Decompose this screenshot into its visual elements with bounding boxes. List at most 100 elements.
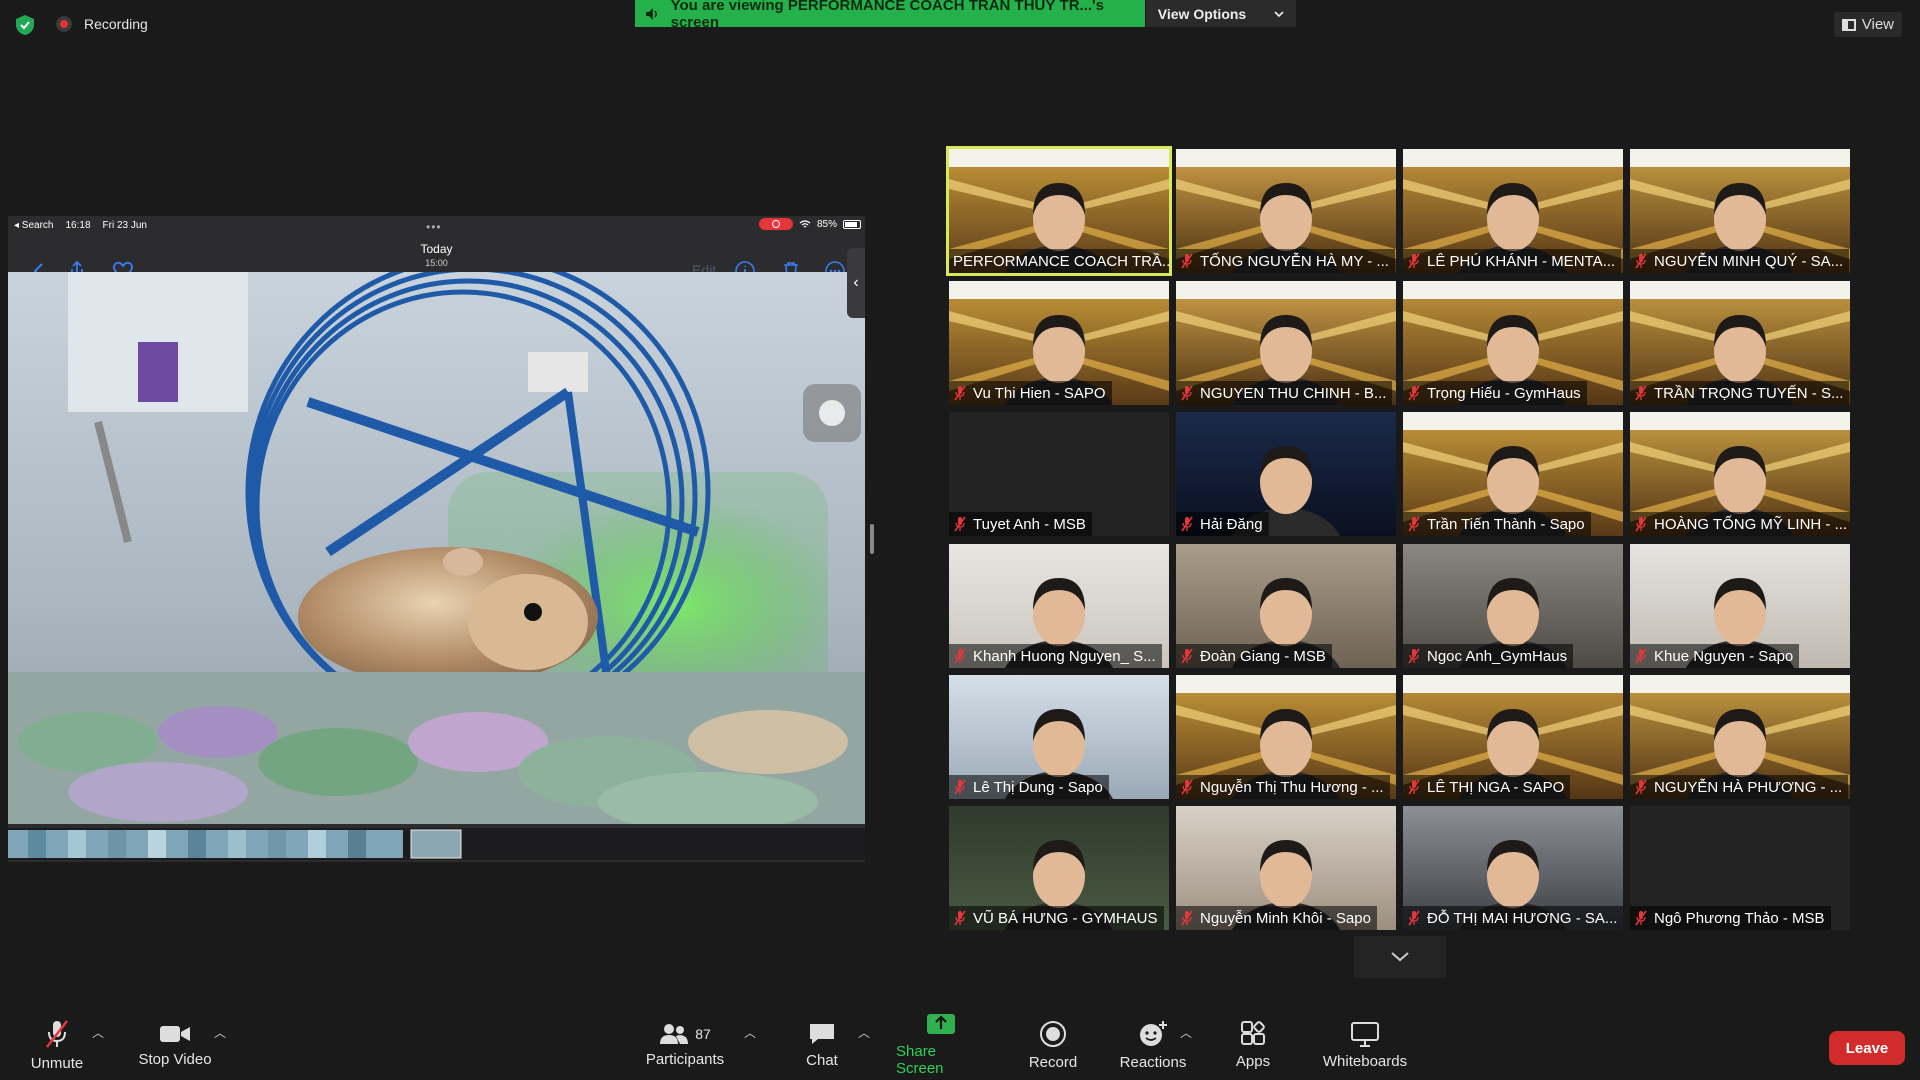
participant-name-label: Nguyễn Minh Khôi - Sapo <box>1176 906 1377 930</box>
apps-button[interactable]: Apps <box>1230 1010 1276 1080</box>
chevron-down-icon <box>1391 952 1409 962</box>
participants-button[interactable]: 87 Participants <box>640 1010 730 1080</box>
battery-icon <box>843 219 861 229</box>
participant-name: NGUYỄN MINH QUÝ - SA... <box>1654 252 1844 270</box>
participant-name: ĐỖ THỊ MAI HƯƠNG - SA... <box>1427 909 1618 927</box>
participant-tile[interactable]: Khanh Huong Nguyen_ S... <box>949 544 1169 668</box>
whiteboards-button[interactable]: Whiteboards <box>1316 1010 1414 1080</box>
speaker-icon <box>645 7 657 20</box>
assistive-touch-button[interactable] <box>803 384 861 442</box>
split-view-divider[interactable] <box>870 524 874 554</box>
participant-name-label: Trọng Hiếu - GymHaus <box>1403 381 1587 405</box>
status-back-search: ◂ Search <box>14 219 54 231</box>
meeting-controls: Unmute ︿ Stop Video ︿ 87 Participants ︿ … <box>0 1010 1920 1080</box>
participant-tile[interactable]: LÊ THỊ NGA - SAPO <box>1403 675 1623 799</box>
microphone-muted-icon <box>1181 648 1193 664</box>
participant-name-label: Ngô Phương Thảo - MSB <box>1630 906 1831 930</box>
reactions-button[interactable]: Reactions <box>1118 1010 1188 1080</box>
leave-button[interactable]: Leave <box>1829 1031 1905 1065</box>
view-options-button[interactable]: View Options <box>1146 0 1296 27</box>
participant-tile[interactable]: Đoàn Giang - MSB <box>1176 544 1396 668</box>
participant-tile[interactable]: Lê Thị Dung - Sapo <box>949 675 1169 799</box>
view-layout-icon <box>1841 18 1856 31</box>
participant-tile[interactable]: VŨ BÁ HƯNG - GYMHAUS <box>949 806 1169 930</box>
participant-name: LÊ THỊ NGA - SAPO <box>1427 778 1565 796</box>
participant-tile[interactable]: NGUYEN THU CHINH - B... <box>1176 281 1396 405</box>
unmute-label: Unmute <box>30 1054 84 1072</box>
participant-tile[interactable]: PERFORMANCE COACH TRẦ... <box>946 146 1172 276</box>
participant-tile[interactable]: Nguyễn Minh Khôi - Sapo <box>1176 806 1396 930</box>
participant-tile[interactable]: Hải Đăng <box>1176 412 1396 536</box>
participant-name: Hải Đăng <box>1200 515 1263 533</box>
participant-name: Tuyet Anh - MSB <box>973 515 1086 533</box>
participant-tile[interactable]: TRẦN TRỌNG TUYẾN - S... <box>1630 281 1850 405</box>
participant-tile[interactable]: Ngoc Anh_GymHaus <box>1403 544 1623 668</box>
microphone-muted-icon <box>1635 385 1647 401</box>
participant-name-label: NGUYỄN HÀ PHƯƠNG - ... <box>1630 775 1849 799</box>
microphone-muted-icon <box>1408 910 1420 926</box>
participant-name: Đoàn Giang - MSB <box>1200 647 1326 665</box>
photo-thumbnail-strip[interactable] <box>8 828 865 860</box>
banner-text: You are viewing PERFORMANCE COACH TRẦN T… <box>670 0 1104 31</box>
participant-name: Ngô Phương Thảo - MSB <box>1654 909 1825 927</box>
participants-label: Participants <box>645 1050 725 1068</box>
participant-tile[interactable]: HOÀNG TỐNG MỸ LINH - ... <box>1630 412 1850 536</box>
participant-name-label: TRẦN TRỌNG TUYẾN - S... <box>1630 381 1850 405</box>
microphone-muted-icon <box>1635 910 1647 926</box>
shared-screen: ◂ Search 16:18 Fri 23 Jun ••• 85% Today … <box>8 216 865 862</box>
viewing-screen-banner: You are viewing PERFORMANCE COACH TRẦN T… <box>635 0 1145 31</box>
stop-video-button[interactable]: Stop Video <box>134 1010 216 1080</box>
participant-name-label: LÊ THỊ NGA - SAPO <box>1403 775 1571 799</box>
participant-tile[interactable]: Tuyet Anh - MSB <box>949 412 1169 536</box>
participant-name-label: Lê Thị Dung - Sapo <box>949 775 1109 799</box>
apps-label: Apps <box>1235 1052 1271 1070</box>
participant-tile[interactable]: Trọng Hiếu - GymHaus <box>1403 281 1623 405</box>
microphone-muted-icon <box>954 648 966 664</box>
recording-indicator[interactable]: Recording <box>56 16 148 32</box>
record-label: Record <box>1028 1053 1078 1071</box>
view-button[interactable]: View <box>1833 12 1902 37</box>
apps-icon <box>1241 1020 1265 1045</box>
reactions-options-caret[interactable]: ︿ <box>1180 1024 1192 1041</box>
participant-name: TỐNG NGUYỄN HÀ MY - ... <box>1200 252 1389 270</box>
participants-icon-row: 87 <box>659 1023 711 1045</box>
side-panel-handle[interactable]: ‹ <box>847 248 865 318</box>
hamster-wheel-image <box>8 272 865 824</box>
audio-options-caret[interactable]: ︿ <box>92 1024 104 1041</box>
share-screen-button[interactable]: Share Screen <box>896 1010 986 1080</box>
participant-name: Ngoc Anh_GymHaus <box>1427 647 1568 665</box>
participants-options-caret[interactable]: ︿ <box>744 1024 756 1041</box>
gallery-next-page-button[interactable] <box>1354 936 1446 978</box>
participant-tile[interactable]: ĐỖ THỊ MAI HƯƠNG - SA... <box>1403 806 1623 930</box>
microphone-muted-icon <box>1408 253 1420 269</box>
video-options-caret[interactable]: ︿ <box>214 1024 226 1041</box>
participant-tile[interactable]: Ngô Phương Thảo - MSB <box>1630 806 1850 930</box>
microphone-muted-icon <box>1635 648 1647 664</box>
microphone-muted-icon <box>1635 779 1647 795</box>
microphone-muted-icon <box>1181 253 1193 269</box>
participant-tile[interactable]: NGUYỄN MINH QUÝ - SA... <box>1630 149 1850 273</box>
record-icon <box>1040 1020 1066 1047</box>
chat-options-caret[interactable]: ︿ <box>858 1024 870 1041</box>
participant-tile[interactable]: TỐNG NGUYỄN HÀ MY - ... <box>1176 149 1396 273</box>
chat-button[interactable]: Chat <box>802 1010 842 1080</box>
participant-tile[interactable]: Khue Nguyen - Sapo <box>1630 544 1850 668</box>
participant-name: NGUYEN THU CHINH - B... <box>1200 384 1387 402</box>
participant-name: Nguyễn Thị Thu Hương - ... <box>1200 778 1384 796</box>
record-button[interactable]: Record <box>1022 1010 1084 1080</box>
participant-tile[interactable]: Vu Thi Hien - SAPO <box>949 281 1169 405</box>
participant-name-label: VŨ BÁ HƯNG - GYMHAUS <box>949 906 1164 930</box>
microphone-muted-icon <box>1181 779 1193 795</box>
participant-name: Vu Thi Hien - SAPO <box>973 384 1106 402</box>
participant-name-label: Nguyễn Thị Thu Hương - ... <box>1176 775 1390 799</box>
reactions-label: Reactions <box>1119 1053 1187 1071</box>
security-shield-icon[interactable] <box>14 14 36 36</box>
participant-tile[interactable]: Nguyễn Thị Thu Hương - ... <box>1176 675 1396 799</box>
unmute-button[interactable]: Unmute <box>28 1010 86 1080</box>
participant-tile[interactable]: NGUYỄN HÀ PHƯƠNG - ... <box>1630 675 1850 799</box>
participant-tile[interactable]: LÊ PHÚ KHÁNH - MENTA... <box>1403 149 1623 273</box>
participant-name: TRẦN TRỌNG TUYẾN - S... <box>1654 384 1844 402</box>
participant-name: VŨ BÁ HƯNG - GYMHAUS <box>973 909 1158 927</box>
participant-tile[interactable]: Trần Tiến Thành - Sapo <box>1403 412 1623 536</box>
microphone-muted-icon <box>954 385 966 401</box>
